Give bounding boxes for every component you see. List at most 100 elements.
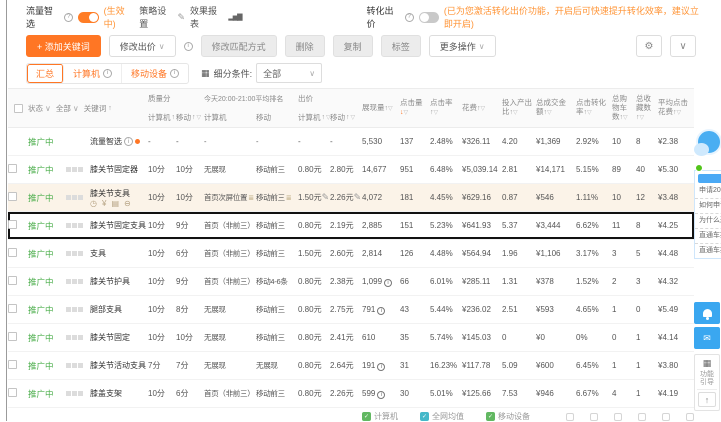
bid-mobile-cell[interactable]: 2.26元 [330,388,362,399]
keyword-name[interactable]: 流量智选 [90,136,122,147]
bid-mobile-cell[interactable]: 2.64元 [330,360,362,371]
scope-filter-dropdown[interactable]: 全部 ∨ [56,103,79,114]
column-sort-7[interactable]: 点击转化率↑▽ [576,89,612,127]
add-keyword-button[interactable]: + 添加关键词 [26,35,101,57]
notification-bell-button[interactable] [694,302,720,324]
edit-bid-icon[interactable]: ✎ [322,192,330,202]
modify-bid-button[interactable]: 修改出价 ∨ [108,35,176,57]
keyword-name-cell[interactable]: 腿部支具 [90,304,148,315]
bid-pc-cell[interactable]: 0.80元 [298,220,330,231]
row-checkbox[interactable] [8,276,17,285]
keyword-name[interactable]: 膝关节支具 [90,188,130,199]
keyword-column-sort[interactable]: 关键词 ↑ [84,103,112,114]
back-to-top-button[interactable]: ↑ [698,392,716,407]
keyword-name-cell[interactable]: 膝关节活动支具 [90,360,148,371]
quality-mobile-sort[interactable]: 移动 ↑ ▽ [176,108,204,127]
delete-button[interactable]: 删除 [284,35,325,57]
column-sort-8[interactable]: 总购物车数↑▽ [612,89,636,127]
row-checkbox[interactable] [8,332,17,341]
rank-detail-icon[interactable]: ≣ [248,195,254,202]
bid-mobile-cell[interactable]: - [330,137,362,146]
keyword-name[interactable]: 膝盖支架 [90,388,122,399]
gear-icon[interactable]: ⚙ [636,35,662,57]
row-checkbox[interactable] [8,360,17,369]
filter-select[interactable]: 全部 ∨ [256,63,323,83]
row-checkbox[interactable] [8,248,17,257]
bid-pc-sort[interactable]: 计算机 ↑ ▽ [298,108,331,127]
keyword-name[interactable]: 膝关节固定器 [90,164,138,175]
row-checkbox[interactable] [8,220,17,229]
tab-summary[interactable]: 汇总 [27,63,65,83]
column-sort-5[interactable]: 投入产出比↑▽ [502,89,536,127]
tab-mobile[interactable]: 移动设备 i [122,64,188,83]
assistant-mascot[interactable] [694,127,721,172]
strategy-settings-link[interactable]: 策略设置 [139,4,172,30]
rank-detail-icon[interactable]: ≣ [286,195,292,202]
more-actions-button[interactable]: 更多操作 ∨ [428,35,496,57]
keyword-name-cell[interactable]: 膝关节固定 [90,332,148,343]
column-sort-10[interactable]: 平均点击花费↑▽ [658,89,692,127]
bid-pc-cell[interactable]: 0.80元 [298,360,330,371]
chart-icon[interactable]: ▤ [111,199,119,208]
bid-pc-cell[interactable]: 0.80元 [298,388,330,399]
keyword-name-cell[interactable]: 膝关节固定支具 [90,220,148,231]
bid-mobile-cell[interactable]: 2.38元 [330,276,362,287]
collapse-chevron-icon[interactable]: ∨ [670,35,696,57]
keyword-name-cell[interactable]: 流量智选 i [90,136,148,147]
bid-pc-cell[interactable]: 1.50元✎ [298,192,330,203]
status-filter-dropdown[interactable]: 状态 ∨ [28,103,51,114]
column-sort-3[interactable]: 点击率↑▽ [430,89,462,127]
clock-icon[interactable]: ◷ [90,199,97,208]
keyword-name-cell[interactable]: 支具 [90,248,148,259]
keyword-name[interactable]: 膝关节固定支具 [90,220,146,231]
bid-mobile-cell[interactable]: 2.60元 [330,248,362,259]
keyword-name-cell[interactable]: 膝盖支架 [90,388,148,399]
keyword-name[interactable]: 支具 [90,248,106,259]
row-checkbox[interactable] [8,388,17,397]
smart-traffic-toggle[interactable] [78,11,99,23]
edit-bid-icon[interactable]: ✎ [354,192,362,202]
bid-mobile-cell[interactable]: 2.41元 [330,332,362,343]
keyword-name[interactable]: 膝关节活动支具 [90,360,146,371]
bid-mobile-cell[interactable]: 2.26元✎ [330,192,362,203]
row-checkbox[interactable] [8,192,17,201]
column-sort-2[interactable]: 点击量↓▽ [400,89,430,127]
bid-icon[interactable]: ¥ [102,199,106,208]
bid-pc-cell[interactable]: 0.80元 [298,332,330,343]
conversion-bid-toggle[interactable] [418,11,439,23]
row-checkbox[interactable] [8,164,17,173]
column-sort-1[interactable]: 展现量↑▽ [362,89,400,127]
bid-pc-cell[interactable]: - [298,137,330,146]
help-link[interactable]: 为什么过日期 [695,214,721,229]
bid-mobile-cell[interactable]: 2.80元 [330,164,362,175]
help-link[interactable]: 直通车推广 [695,229,721,244]
bid-pc-cell[interactable]: 0.80元 [298,304,330,315]
tab-pc[interactable]: 计算机 i [64,63,123,83]
bid-mobile-sort[interactable]: 移动 ↑ ▽ [330,108,362,127]
remove-icon[interactable]: ⊖ [124,199,131,208]
select-all-checkbox[interactable] [14,103,23,113]
bid-pc-cell[interactable]: 0.80元 [298,276,330,287]
keyword-name-cell[interactable]: 膝关节支具 ◷ ¥ ▤ ⊖ [90,188,148,208]
column-sort-9[interactable]: 总收藏数↑▽ [636,89,658,127]
keyword-name[interactable]: 膝关节固定 [90,332,130,343]
column-sort-6[interactable]: 总成交金额↑▽ [536,89,576,127]
column-sort-4[interactable]: 花费↑▽ [462,89,502,127]
keyword-name[interactable]: 腿部支具 [90,304,122,315]
bid-mobile-cell[interactable]: 2.75元 [330,304,362,315]
tag-button[interactable]: 标签 [380,35,421,57]
keyword-name-cell[interactable]: 膝关节护具 [90,276,148,287]
bid-pc-cell[interactable]: 1.50元 [298,248,330,259]
row-checkbox[interactable] [8,304,17,313]
report-link[interactable]: 效果报表 [190,4,223,30]
quality-pc-sort[interactable]: 计算机 ↑ ▽ [148,108,181,127]
bid-pc-cell[interactable]: 0.80元 [298,164,330,175]
keyword-name-cell[interactable]: 膝关节固定器 [90,164,148,175]
help-link[interactable]: 直通车推广计划? [695,244,721,258]
help-link[interactable]: 申请20 [695,184,721,199]
help-link[interactable]: 如何申请图片功能 [695,199,721,214]
keyword-name[interactable]: 膝关节护具 [90,276,130,287]
modify-match-button[interactable]: 修改匹配方式 [200,35,277,57]
bid-mobile-cell[interactable]: 2.19元 [330,220,362,231]
chat-button[interactable]: ✉ [694,327,720,349]
